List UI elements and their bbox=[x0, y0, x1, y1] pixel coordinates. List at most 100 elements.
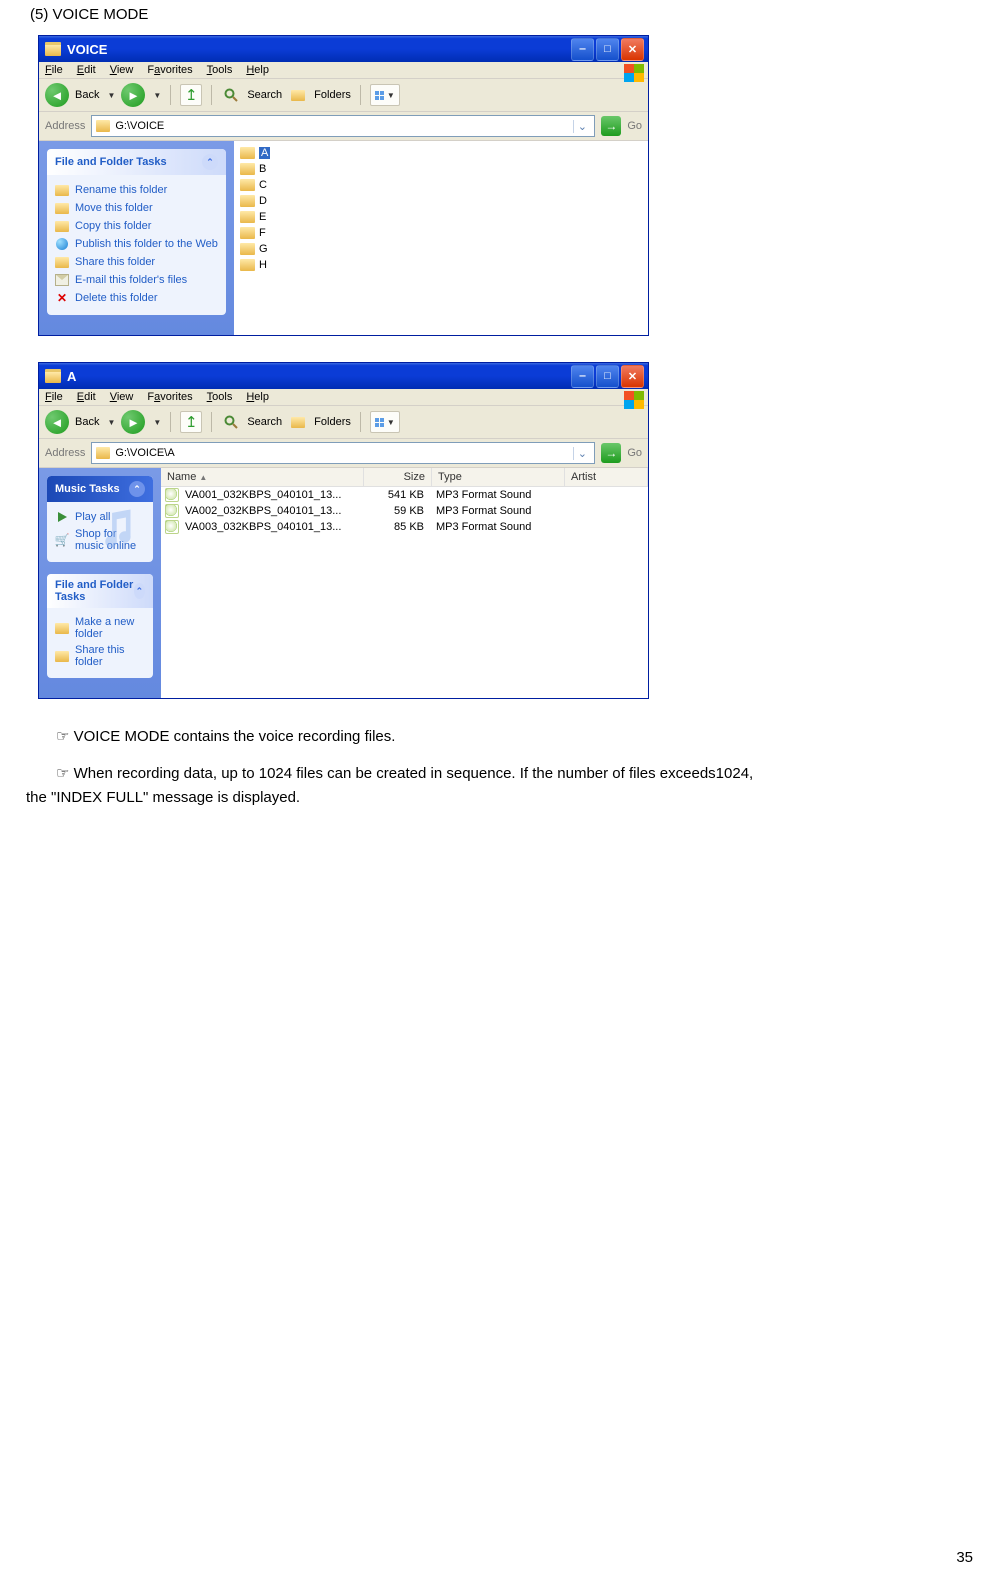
close-button[interactable]: ✕ bbox=[621, 38, 644, 61]
folder-item[interactable]: C bbox=[240, 177, 642, 193]
task-email[interactable]: E-mail this folder's files bbox=[55, 271, 218, 289]
menu-help[interactable]: Help bbox=[246, 64, 269, 76]
search-label[interactable]: Search bbox=[247, 416, 282, 428]
file-item[interactable]: VA002_032KBPS_040101_13... 59 KB MP3 For… bbox=[161, 503, 648, 519]
go-label[interactable]: Go bbox=[627, 447, 642, 459]
menu-favorites[interactable]: Favorites bbox=[147, 64, 192, 76]
tasks-header[interactable]: File and Folder Tasks ⌃ bbox=[47, 149, 226, 175]
task-new-folder[interactable]: Make a new folder bbox=[55, 614, 145, 642]
body-text: ☞ VOICE MODE contains the voice recordin… bbox=[30, 725, 993, 809]
file-name: VA001_032KBPS_040101_13... bbox=[179, 489, 363, 501]
chevron-up-icon[interactable]: ⌃ bbox=[134, 583, 145, 599]
music-tasks-header[interactable]: Music Tasks ⌃ bbox=[47, 476, 153, 502]
content-area[interactable]: Name ▲ Size Type Artist VA001_032KBPS_04… bbox=[161, 468, 648, 698]
back-button[interactable]: ◄ bbox=[45, 83, 69, 107]
address-value: G:\VOICE\A bbox=[115, 447, 174, 459]
chevron-up-icon[interactable]: ⌃ bbox=[129, 481, 145, 497]
col-type[interactable]: Type bbox=[432, 468, 565, 486]
address-dropdown[interactable]: ⌄ bbox=[573, 120, 590, 133]
menu-help[interactable]: Help bbox=[246, 391, 269, 403]
menu-file[interactable]: File bbox=[45, 64, 63, 76]
chevron-up-icon[interactable]: ⌃ bbox=[202, 154, 218, 170]
folders-label[interactable]: Folders bbox=[314, 416, 351, 428]
task-share[interactable]: Share this folder bbox=[55, 253, 218, 271]
search-icon[interactable] bbox=[221, 85, 241, 105]
folder-name: B bbox=[259, 163, 266, 175]
tasks-title: File and Folder Tasks bbox=[55, 156, 167, 168]
file-name: VA003_032KBPS_040101_13... bbox=[179, 521, 363, 533]
col-name[interactable]: Name ▲ bbox=[161, 468, 364, 486]
menu-view[interactable]: View bbox=[110, 64, 134, 76]
task-rename[interactable]: Rename this folder bbox=[55, 181, 218, 199]
back-label[interactable]: Back bbox=[75, 416, 99, 428]
windows-flag-icon bbox=[624, 64, 644, 82]
file-item[interactable]: VA001_032KBPS_040101_13... 541 KB MP3 Fo… bbox=[161, 487, 648, 503]
menu-file[interactable]: File bbox=[45, 391, 63, 403]
titlebar[interactable]: A ‒ □ ✕ bbox=[39, 363, 648, 389]
forward-dropdown[interactable]: ▼ bbox=[153, 418, 161, 427]
folders-icon[interactable] bbox=[288, 85, 308, 105]
folder-item[interactable]: A bbox=[240, 145, 642, 161]
address-input[interactable]: G:\VOICE ⌄ bbox=[91, 115, 595, 137]
minimize-button[interactable]: ‒ bbox=[571, 38, 594, 61]
menu-view[interactable]: View bbox=[110, 391, 134, 403]
task-copy[interactable]: Copy this folder bbox=[55, 217, 218, 235]
task-label: Share this folder bbox=[75, 256, 155, 268]
go-button[interactable]: → bbox=[601, 443, 621, 463]
file-size: 85 KB bbox=[363, 521, 430, 533]
tasks-header[interactable]: File and Folder Tasks ⌃ bbox=[47, 574, 153, 608]
maximize-button[interactable]: □ bbox=[596, 365, 619, 388]
views-button[interactable]: ▼ bbox=[370, 411, 400, 433]
back-label[interactable]: Back bbox=[75, 89, 99, 101]
task-publish[interactable]: Publish this folder to the Web bbox=[55, 235, 218, 253]
forward-button[interactable]: ► bbox=[121, 83, 145, 107]
back-dropdown[interactable]: ▼ bbox=[107, 91, 115, 100]
list-header[interactable]: Name ▲ Size Type Artist bbox=[161, 468, 648, 487]
address-input[interactable]: G:\VOICE\A ⌄ bbox=[91, 442, 595, 464]
folder-item[interactable]: G bbox=[240, 241, 642, 257]
forward-dropdown[interactable]: ▼ bbox=[153, 91, 161, 100]
folder-item[interactable]: E bbox=[240, 209, 642, 225]
explorer-window-a: A ‒ □ ✕ File Edit View Favorites Tools H… bbox=[38, 362, 649, 699]
menu-favorites[interactable]: Favorites bbox=[147, 391, 192, 403]
folder-item[interactable]: B bbox=[240, 161, 642, 177]
back-dropdown[interactable]: ▼ bbox=[107, 418, 115, 427]
folders-icon[interactable] bbox=[288, 412, 308, 432]
search-icon[interactable] bbox=[221, 412, 241, 432]
col-artist[interactable]: Artist bbox=[565, 468, 648, 486]
go-label[interactable]: Go bbox=[627, 120, 642, 132]
forward-button[interactable]: ► bbox=[121, 410, 145, 434]
menu-edit[interactable]: Edit bbox=[77, 64, 96, 76]
folder-item[interactable]: H bbox=[240, 257, 642, 273]
titlebar[interactable]: VOICE ‒ □ ✕ bbox=[39, 36, 648, 62]
cart-icon: 🛒 bbox=[55, 533, 69, 547]
up-button[interactable]: ↥ bbox=[180, 84, 202, 106]
windows-flag-icon bbox=[624, 391, 644, 409]
side-panel: Music Tasks ⌃ Play all 🛒Shop for music o… bbox=[39, 468, 161, 698]
task-label: Share this folder bbox=[75, 644, 145, 668]
views-button[interactable]: ▼ bbox=[370, 84, 400, 106]
close-button[interactable]: ✕ bbox=[621, 365, 644, 388]
folder-item[interactable]: D bbox=[240, 193, 642, 209]
file-item[interactable]: VA003_032KBPS_040101_13... 85 KB MP3 For… bbox=[161, 519, 648, 535]
menu-tools[interactable]: Tools bbox=[207, 64, 233, 76]
file-type: MP3 Format Sound bbox=[430, 521, 562, 533]
menu-edit[interactable]: Edit bbox=[77, 391, 96, 403]
col-size[interactable]: Size bbox=[364, 468, 432, 486]
toolbar: ◄ Back ▼ ► ▼ ↥ Search Folders ▼ bbox=[39, 79, 648, 112]
up-button[interactable]: ↥ bbox=[180, 411, 202, 433]
go-button[interactable]: → bbox=[601, 116, 621, 136]
folders-label[interactable]: Folders bbox=[314, 89, 351, 101]
maximize-button[interactable]: □ bbox=[596, 38, 619, 61]
content-area[interactable]: A B C D E F G H bbox=[234, 141, 648, 335]
search-label[interactable]: Search bbox=[247, 89, 282, 101]
folder-item[interactable]: F bbox=[240, 225, 642, 241]
menu-tools[interactable]: Tools bbox=[207, 391, 233, 403]
task-share[interactable]: Share this folder bbox=[55, 642, 145, 670]
address-dropdown[interactable]: ⌄ bbox=[573, 447, 590, 460]
task-delete[interactable]: ✕Delete this folder bbox=[55, 289, 218, 307]
minimize-button[interactable]: ‒ bbox=[571, 365, 594, 388]
back-button[interactable]: ◄ bbox=[45, 410, 69, 434]
folder-name: A bbox=[259, 147, 270, 159]
task-move[interactable]: Move this folder bbox=[55, 199, 218, 217]
